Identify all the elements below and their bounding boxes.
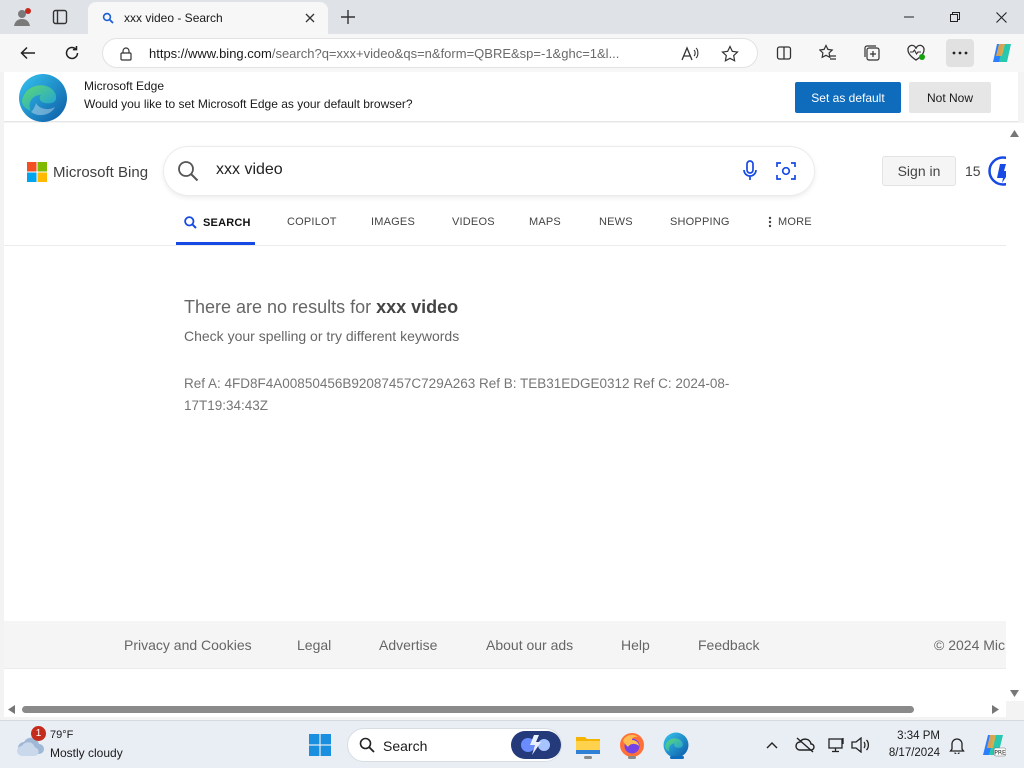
copilot-icon[interactable]: [988, 39, 1016, 67]
windows-start-icon[interactable]: [304, 729, 336, 761]
scope-images[interactable]: IMAGES: [371, 216, 415, 228]
scroll-up-icon[interactable]: [1009, 128, 1019, 138]
active-scope-indicator: [176, 242, 255, 245]
vertical-scrollbar[interactable]: [1006, 123, 1024, 701]
temperature[interactable]: 79°F: [50, 729, 73, 741]
weather-alert-badge: 1: [31, 726, 46, 741]
url-text: https://www.bing.com/search?q=xxx+video&…: [149, 46, 620, 61]
no-results-hint: Check your spelling or try different key…: [184, 328, 460, 344]
scope-videos[interactable]: VIDEOS: [452, 216, 495, 228]
visual-search-icon[interactable]: [774, 159, 798, 183]
rewards-count[interactable]: 15: [965, 163, 981, 179]
scroll-right-icon[interactable]: [990, 704, 1000, 714]
sign-in-button[interactable]: Sign in: [882, 156, 956, 186]
scope-shopping[interactable]: SHOPPING: [670, 216, 730, 228]
clock-time[interactable]: 3:34 PM: [888, 730, 940, 742]
search-icon: [359, 737, 375, 753]
microphone-icon[interactable]: [738, 159, 762, 183]
scroll-down-icon[interactable]: [1009, 688, 1019, 698]
title-bar: xxx video - Search: [0, 0, 1024, 34]
search-icon: [184, 216, 197, 229]
scope-news[interactable]: NEWS: [599, 216, 633, 228]
footer-privacy-link[interactable]: Privacy and Cookies: [124, 637, 252, 653]
footer-legal-link[interactable]: Legal: [297, 637, 331, 653]
edge-taskbar-icon[interactable]: [660, 729, 692, 761]
search-scopes: SEARCH COPILOT IMAGES VIDEOS MAPS NEWS S…: [4, 206, 1006, 246]
scope-more[interactable]: MORE: [768, 216, 812, 228]
address-bar[interactable]: https://www.bing.com/search?q=xxx+video&…: [102, 38, 758, 68]
clock-date[interactable]: 8/17/2024: [882, 747, 940, 759]
search-box[interactable]: xxx video: [164, 147, 814, 195]
weather-condition[interactable]: Mostly cloudy: [50, 746, 123, 760]
navigation-bar: https://www.bing.com/search?q=xxx+video&…: [0, 34, 1024, 72]
bing-logo[interactable]: Microsoft Bing: [27, 162, 148, 182]
rewards-icon[interactable]: [987, 155, 1006, 187]
favorites-icon[interactable]: [814, 39, 842, 67]
more-dots-icon: [768, 216, 772, 228]
set-as-default-button[interactable]: Set as default: [795, 82, 901, 113]
tab-actions-icon[interactable]: [49, 6, 71, 28]
show-hidden-icons-icon[interactable]: [761, 734, 783, 756]
browser-essentials-icon[interactable]: [902, 39, 930, 67]
close-tab-icon[interactable]: [300, 8, 320, 28]
microsoft-logo-icon: [27, 162, 47, 182]
bing-search-favicon-icon: [100, 10, 116, 26]
search-highlight-icon: [511, 731, 561, 759]
lock-icon[interactable]: [115, 43, 137, 65]
no-results-heading: There are no results for xxx video: [184, 297, 459, 317]
tab-title: xxx video - Search: [124, 11, 223, 25]
notifications-bell-icon[interactable]: [946, 734, 968, 756]
footer-feedback-link[interactable]: Feedback: [698, 637, 759, 653]
footer-about-ads-link[interactable]: About our ads: [486, 637, 573, 653]
firefox-icon[interactable]: [616, 729, 648, 761]
bing-logo-text: Microsoft Bing: [53, 163, 149, 181]
back-icon[interactable]: [14, 39, 42, 67]
svg-text:PRE: PRE: [994, 750, 1006, 757]
footer-copyright: © 2024 Mic: [934, 637, 1006, 653]
web-content: Microsoft Bing xxx video Sign in 15 SEAR…: [4, 123, 1006, 701]
minimize-icon[interactable]: [886, 0, 932, 34]
refresh-icon[interactable]: [58, 39, 86, 67]
horizontal-scrollbar[interactable]: [4, 701, 1006, 717]
default-browser-infobar: Microsoft Edge Would you like to set Mic…: [4, 72, 1018, 122]
favorite-star-icon[interactable]: [719, 43, 741, 65]
horizontal-scroll-thumb[interactable]: [22, 706, 914, 713]
close-window-icon[interactable]: [978, 0, 1024, 34]
split-screen-icon[interactable]: [770, 39, 798, 67]
reference-ids: Ref A: 4FD8F4A00850456B92087457C729A263 …: [184, 376, 730, 413]
file-explorer-icon[interactable]: [572, 729, 604, 761]
scroll-left-icon[interactable]: [6, 704, 16, 714]
taskbar-search-box[interactable]: Search: [347, 728, 562, 762]
footer-help-link[interactable]: Help: [621, 637, 650, 653]
restore-icon[interactable]: [932, 0, 978, 34]
scope-search[interactable]: SEARCH: [184, 216, 251, 229]
settings-and-more-icon[interactable]: [946, 39, 974, 67]
page-footer: Privacy and Cookies Legal Advertise Abou…: [4, 621, 1006, 669]
search-input[interactable]: xxx video: [216, 161, 283, 179]
taskbar: 1 79°F Mostly cloudy Search 3:34 PM 8/17…: [0, 720, 1024, 768]
scope-copilot[interactable]: COPILOT: [287, 216, 337, 228]
taskbar-search-label: Search: [383, 738, 428, 754]
collections-icon[interactable]: [858, 39, 886, 67]
footer-advertise-link[interactable]: Advertise: [379, 637, 437, 653]
onedrive-offline-icon[interactable]: [794, 734, 816, 756]
profile-icon[interactable]: [11, 6, 33, 28]
search-icon[interactable]: [176, 159, 200, 183]
new-tab-icon[interactable]: [337, 6, 359, 28]
not-now-button[interactable]: Not Now: [909, 82, 991, 113]
infobar-title: Microsoft Edge: [84, 79, 165, 93]
infobar-message: Would you like to set Microsoft Edge as …: [84, 97, 413, 111]
edge-logo-icon: [19, 74, 67, 122]
copilot-taskbar-icon[interactable]: PRE: [980, 732, 1006, 758]
scope-maps[interactable]: MAPS: [529, 216, 561, 228]
read-aloud-icon[interactable]: [679, 43, 701, 65]
active-tab[interactable]: xxx video - Search: [88, 2, 328, 34]
volume-icon[interactable]: [850, 734, 872, 756]
network-icon[interactable]: [826, 734, 848, 756]
